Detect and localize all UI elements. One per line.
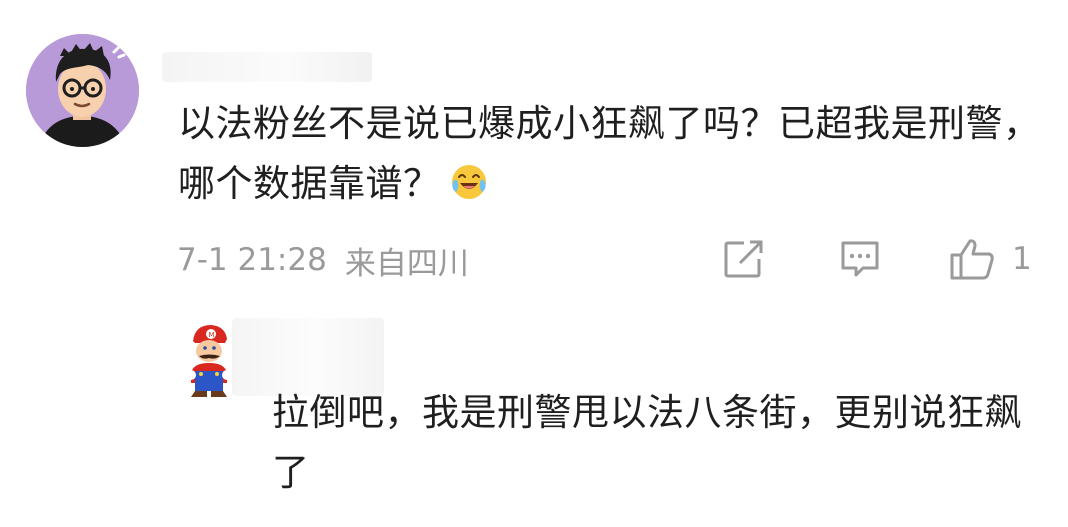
- reply-avatar[interactable]: M: [185, 323, 233, 399]
- reply-icon: [841, 241, 879, 277]
- comment-text: 以法粉丝不是说已爆成小狂飙了吗？已超我是刑警，哪个数据靠谱？: [178, 102, 1041, 205]
- laughing-crying-emoji-icon: [449, 160, 489, 200]
- reply-body: 拉倒吧，我是刑警甩以法八条街，更别说狂飙了: [272, 383, 1032, 503]
- like-icon: [950, 239, 994, 280]
- share-icon: [724, 240, 763, 278]
- reply-button[interactable]: [838, 238, 882, 280]
- avatar[interactable]: [26, 34, 139, 147]
- svg-text:M: M: [209, 331, 215, 339]
- like-button[interactable]: 1: [948, 238, 1032, 280]
- avatar-illustration: [26, 34, 139, 147]
- reply-text: 拉倒吧，我是刑警甩以法八条街，更别说狂飙了: [272, 391, 1022, 494]
- username-redacted: [162, 52, 372, 82]
- comment-location: 来自四川: [344, 245, 469, 282]
- comment-timestamp: 7-1 21:28: [177, 242, 327, 278]
- share-button[interactable]: [722, 238, 766, 280]
- like-count: 1: [1012, 241, 1032, 277]
- comment-meta: 7-1 21:28 来自四川: [177, 237, 469, 283]
- comment-body: 以法粉丝不是说已爆成小狂飙了吗？已超我是刑警，哪个数据靠谱？: [178, 94, 1048, 214]
- mario-avatar-illustration: M: [186, 325, 232, 397]
